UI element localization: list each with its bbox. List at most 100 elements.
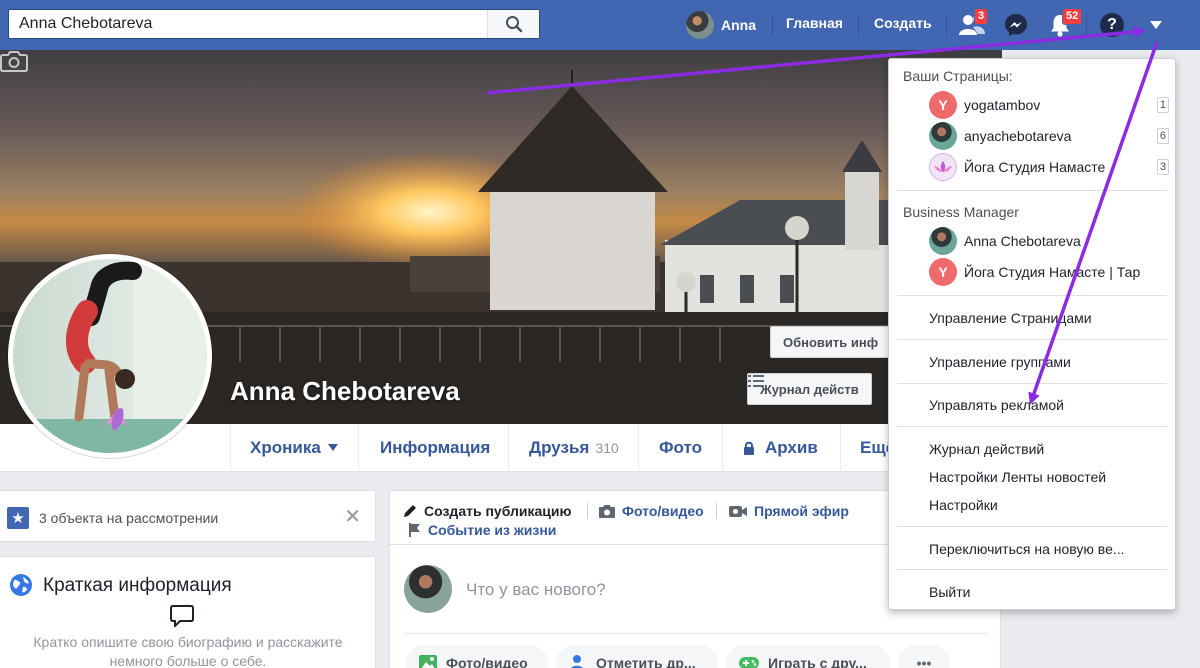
dropdown-page-item[interactable]: anyachebotareva 6 [929,122,1169,150]
page-notification-count: 6 [1156,128,1169,144]
tab-archive[interactable]: Архив [743,424,818,472]
nav-home-link[interactable]: Главная [786,15,843,31]
dropdown-business-item[interactable]: Y Йога Студия Намасте | Тар [929,258,1169,286]
menu-manage-groups[interactable]: Управление группами [929,354,1071,370]
search-box [8,9,540,39]
composer-divider [716,503,717,519]
tab-divider [508,424,509,472]
camera-icon [599,504,615,518]
globe-icon [10,574,32,596]
tab-divider [638,424,639,472]
composer-input[interactable]: Что у вас нового? [466,580,606,600]
create-post-button[interactable]: Создать публикацию [402,503,571,519]
menu-divider [897,295,1167,296]
page-notification-count: 1 [1156,97,1169,113]
tab-photos[interactable]: Фото [659,424,702,472]
menu-divider [897,339,1167,340]
profile-picture[interactable] [8,254,212,458]
camera-icon[interactable] [0,50,28,72]
tab-about[interactable]: Информация [380,424,490,472]
nav-divider [772,14,773,36]
page-notification-count: 3 [1156,159,1169,175]
top-navigation-bar: Anna Главная Создать 3 52 ? [0,0,1200,50]
speech-bubble-icon[interactable] [170,605,194,627]
search-button[interactable] [487,10,539,38]
menu-manage-ads[interactable]: Управлять рекламой [929,397,1064,413]
activity-log-button[interactable]: Журнал действ [747,373,872,405]
account-menu-button[interactable] [1142,12,1170,38]
pending-review-text: 3 объекта на рассмотрении [39,510,219,526]
star-icon: ★ [7,507,29,529]
tag-people-icon [571,655,583,668]
page-avatar: Y [929,91,957,119]
nav-divider [1086,14,1087,36]
friend-requests-button[interactable]: 3 [958,8,989,38]
photo-icon [419,655,437,668]
video-camera-icon [729,505,747,517]
lock-icon [744,441,754,455]
tab-friends[interactable]: Друзья 310 [529,424,619,472]
nav-divider [858,14,859,36]
business-manager-header: Business Manager [903,204,1019,220]
tab-timeline[interactable]: Хроника [250,424,338,472]
search-input[interactable] [9,10,487,38]
tab-divider [722,424,723,472]
tab-divider [230,424,231,472]
nav-profile-link[interactable]: Anna [686,11,756,39]
menu-divider [897,526,1167,527]
menu-divider [897,383,1167,384]
pill-tag-friends[interactable]: Отметить др... [556,645,718,668]
caret-down-icon [327,444,338,451]
menu-activity-log[interactable]: Журнал действий [929,441,1044,457]
flag-icon [409,523,420,537]
update-info-button[interactable]: Обновить инф [770,326,892,358]
pill-play-game[interactable]: Играть с дру... [726,645,890,668]
avatar [686,11,714,39]
tab-divider [840,424,841,472]
lotus-logo-icon [929,153,957,181]
menu-divider [897,426,1167,427]
dropdown-page-item[interactable]: Йога Студия Намасте 3 [929,153,1169,181]
avatar [404,565,452,613]
intro-description: Кратко опишите свою биографию и расскажи… [33,634,343,668]
dropdown-page-item[interactable]: Y yogatambov 1 [929,91,1169,119]
caret-down-icon [1150,21,1162,29]
list-icon [748,375,764,387]
help-icon: ? [1100,13,1124,37]
close-icon[interactable]: ✕ [344,504,361,529]
photo-video-button[interactable]: Фото/видео [598,503,704,519]
menu-logout[interactable]: Выйти [929,584,970,600]
pending-review-card[interactable]: ★ 3 объекта на рассмотрении ✕ [0,490,376,542]
profile-photo [13,259,207,453]
nav-create-link[interactable]: Создать [874,15,932,31]
business-avatar: Y [929,258,957,286]
menu-settings[interactable]: Настройки [929,497,998,513]
messenger-icon [1005,14,1027,36]
help-button[interactable]: ? [1098,12,1126,38]
intro-title: Краткая информация [43,575,232,596]
notifications-button[interactable]: 52 [1046,8,1083,38]
dropdown-business-item[interactable]: Anna Chebotareva [929,227,1169,255]
messenger-button[interactable] [1002,12,1030,38]
search-icon [505,16,522,33]
life-event-button[interactable]: Событие из жизни [408,522,556,538]
menu-switch-new-version[interactable]: Переключиться на новую ве... [929,541,1125,557]
live-video-button[interactable]: Прямой эфир [728,503,849,519]
profile-name[interactable]: Anna Chebotareva [230,376,460,407]
nav-user-name: Anna [721,17,756,33]
composer-divider [587,503,588,519]
yoga-pose-image [13,259,207,453]
pencil-icon [404,505,416,517]
pill-photo-video[interactable]: Фото/видео [406,645,548,668]
menu-news-feed-settings[interactable]: Настройки Ленты новостей [929,469,1106,485]
menu-divider [897,190,1167,191]
more-options-button[interactable]: ••• [898,645,950,668]
page-avatar [929,122,957,150]
intro-card: Краткая информация Кратко опишите свою б… [0,556,376,668]
menu-manage-pages[interactable]: Управление Страницами [929,310,1092,326]
your-pages-header: Ваши Страницы: [903,68,1013,84]
menu-divider [897,569,1167,570]
notifications-badge: 52 [1062,8,1083,25]
tab-divider [358,424,359,472]
business-avatar [929,227,957,255]
